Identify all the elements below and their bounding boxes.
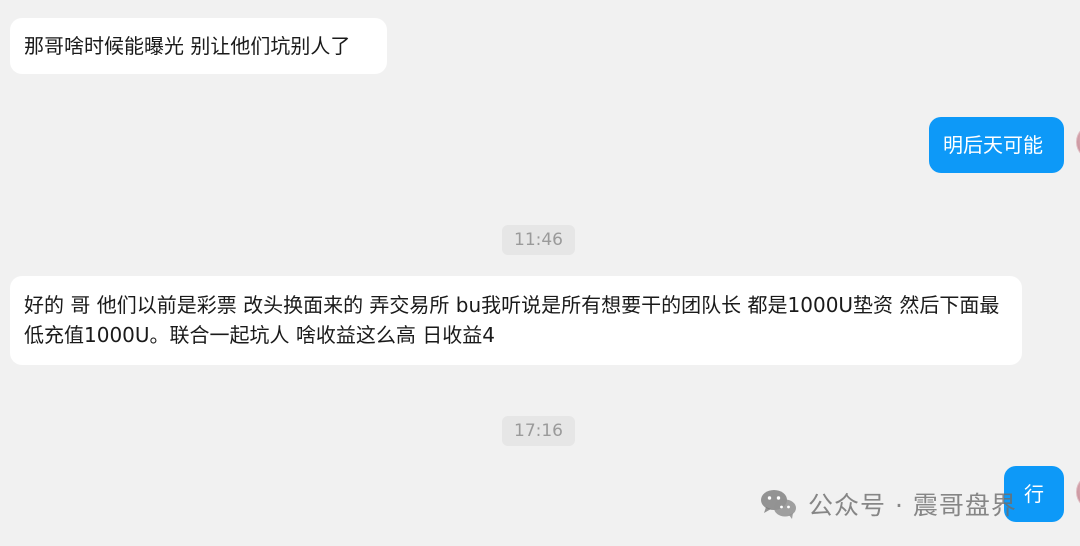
message-text: 那哥啥时候能曝光 别让他们坑别人了: [24, 34, 351, 58]
watermark: 公众号 · 震哥盘界: [758, 484, 1017, 524]
message-bubble-outgoing[interactable]: 行: [1004, 466, 1064, 522]
message-text: 明后天可能: [943, 133, 1043, 157]
message-bubble-outgoing[interactable]: 明后天可能: [929, 117, 1064, 173]
timestamp: 11:46: [502, 225, 575, 255]
wechat-icon: [761, 490, 796, 519]
avatar[interactable]: [1076, 124, 1080, 160]
avatar[interactable]: [1076, 474, 1080, 510]
message-text: 行: [1024, 482, 1044, 506]
watermark-text: 公众号 · 震哥盘界: [808, 491, 1017, 520]
message-bubble-incoming[interactable]: 那哥啥时候能曝光 别让他们坑别人了: [10, 18, 387, 74]
message-text: 好的 哥 他们以前是彩票 改头换面来的 弄交易所 bu我听说是所有想要干的团队长…: [24, 293, 1000, 347]
message-bubble-incoming[interactable]: 好的 哥 他们以前是彩票 改头换面来的 弄交易所 bu我听说是所有想要干的团队长…: [10, 276, 1022, 365]
timestamp: 17:16: [502, 416, 575, 446]
